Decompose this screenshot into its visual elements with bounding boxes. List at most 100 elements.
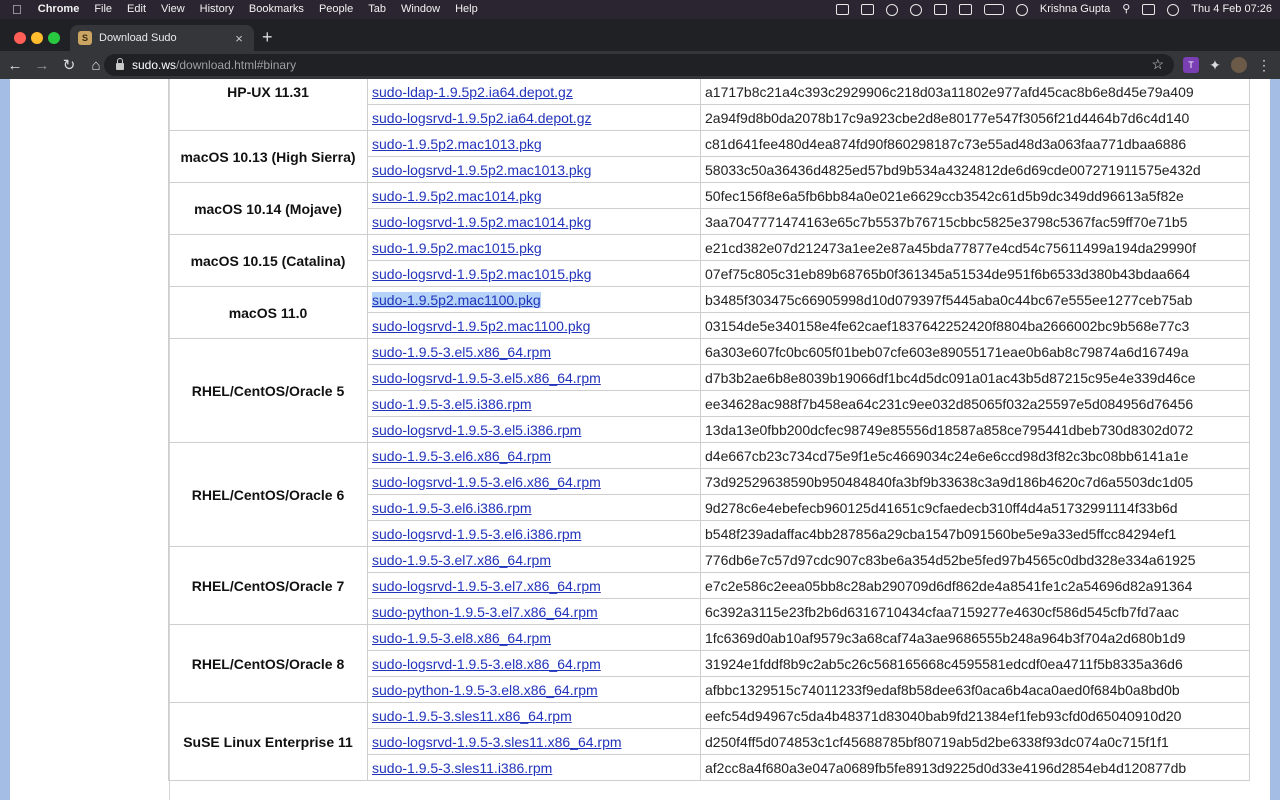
download-link[interactable]: sudo-logsrvd-1.9.5-3.el5.x86_64.rpm: [372, 370, 601, 386]
back-icon[interactable]: ←: [3, 57, 27, 74]
download-link[interactable]: sudo-logsrvd-1.9.5p2.mac1013.pkg: [372, 162, 591, 178]
minimize-window-button[interactable]: [31, 32, 43, 44]
address-bar[interactable]: sudo.ws/download.html#binary ☆: [104, 54, 1174, 76]
close-tab-icon[interactable]: ×: [232, 31, 246, 46]
table-row: macOS 10.15 (Catalina) sudo-1.9.5p2.mac10…: [168, 234, 1250, 287]
bookmark-star-icon[interactable]: ☆: [1151, 56, 1164, 73]
menu-window[interactable]: Window: [401, 0, 440, 19]
download-link[interactable]: sudo-1.9.5-3.el5.x86_64.rpm: [372, 344, 551, 360]
file-cell: sudo-1.9.5-3.el6.x86_64.rpm: [367, 442, 701, 469]
battery-icon[interactable]: [983, 4, 1004, 15]
download-link[interactable]: sudo-1.9.5p2.mac1100.pkg: [372, 291, 541, 308]
menu-chrome[interactable]: Chrome: [38, 0, 80, 19]
menu-file[interactable]: File: [94, 0, 112, 19]
extensions-puzzle-icon[interactable]: ✦: [1207, 57, 1223, 73]
sha256-hash: d4e667cb23c734cd75e9f1e5c4669034c24e6e6c…: [700, 442, 1250, 469]
download-link[interactable]: sudo-1.9.5p2.mac1013.pkg: [372, 136, 542, 152]
menu-help[interactable]: Help: [455, 0, 478, 19]
file-cell: sudo-logsrvd-1.9.5p2.ia64.depot.gz: [367, 104, 701, 131]
download-link[interactable]: sudo-logsrvd-1.9.5-3.el6.i386.rpm: [372, 526, 581, 542]
close-window-button[interactable]: [14, 32, 26, 44]
table-row: RHEL/CentOS/Oracle 8 sudo-1.9.5-3.el8.x86…: [168, 624, 1250, 703]
control-center-icon[interactable]: [1142, 4, 1156, 15]
platform-cell: RHEL/CentOS/Oracle 6: [168, 442, 368, 547]
bluetooth-icon[interactable]: [958, 4, 972, 15]
user-name[interactable]: Krishna Gupta: [1040, 0, 1110, 19]
forward-icon[interactable]: →: [30, 57, 54, 74]
lock-icon[interactable]: [116, 57, 124, 70]
sha256-hash: c81d641fee480d4ea874fd90f860298187c73e55…: [700, 130, 1250, 157]
sha256-hash: 2a94f9d8b0da2078b17c9a923cbe2d8e80177e54…: [700, 104, 1250, 131]
table-row: macOS 10.13 (High Sierra) sudo-1.9.5p2.ma…: [168, 130, 1250, 183]
more-menu-icon[interactable]: ⋮: [1256, 57, 1272, 73]
menu-people[interactable]: People: [319, 0, 353, 19]
download-link[interactable]: sudo-1.9.5-3.el6.i386.rpm: [372, 500, 532, 516]
download-link[interactable]: sudo-python-1.9.5-3.el7.x86_64.rpm: [372, 604, 598, 620]
download-link[interactable]: sudo-1.9.5-3.sles11.i386.rpm: [372, 760, 552, 776]
file-cell: sudo-logsrvd-1.9.5p2.mac1014.pkg: [367, 208, 701, 235]
sha256-hash: 58033c50a36436d4825ed57bd9b534a4324812de…: [700, 156, 1250, 183]
menu-history[interactable]: History: [200, 0, 234, 19]
sha256-hash: 6c392a3115e23fb2b6d6316710434cfaa7159277…: [700, 598, 1250, 625]
macos-menu-bar:  Chrome File Edit View History Bookmark…: [0, 0, 1280, 19]
sha256-hash: d250f4ff5d074853c1cf45688785bf80719ab5d2…: [700, 728, 1250, 755]
download-link[interactable]: sudo-1.9.5-3.el7.x86_64.rpm: [372, 552, 551, 568]
download-link[interactable]: sudo-logsrvd-1.9.5-3.el7.x86_64.rpm: [372, 578, 601, 594]
browser-toolbar: ← → ↻ ⌂ sudo.ws/download.html#binary ☆ T…: [0, 51, 1280, 79]
file-cell: sudo-1.9.5-3.el8.x86_64.rpm: [367, 624, 701, 651]
platform-cell: SuSE Linux Enterprise 11: [168, 702, 368, 781]
siri-icon[interactable]: [1167, 3, 1180, 16]
menu-bookmarks[interactable]: Bookmarks: [249, 0, 304, 19]
menu-tab[interactable]: Tab: [368, 0, 386, 19]
shield-icon[interactable]: [835, 4, 849, 15]
sha256-hash: d7b3b2ae6b8e8039b19066df1bc4d5dc091a01ac…: [700, 364, 1250, 391]
table-row: macOS 10.14 (Mojave) sudo-1.9.5p2.mac1014…: [168, 182, 1250, 235]
download-link[interactable]: sudo-1.9.5p2.mac1014.pkg: [372, 188, 542, 204]
file-cell: sudo-python-1.9.5-3.el7.x86_64.rpm: [367, 598, 701, 625]
file-cell: sudo-1.9.5p2.mac1013.pkg: [367, 130, 701, 157]
menu-view[interactable]: View: [161, 0, 185, 19]
cloud-icon[interactable]: [909, 3, 922, 16]
sha256-hash: 73d92529638590b950484840fa3bf9b33638c3a9…: [700, 468, 1250, 495]
sha256-hash: 1fc6369d0ab10af9579c3a68caf74a3ae9686555…: [700, 624, 1250, 651]
download-link[interactable]: sudo-1.9.5-3.el6.x86_64.rpm: [372, 448, 551, 464]
download-link[interactable]: sudo-logsrvd-1.9.5-3.sles11.x86_64.rpm: [372, 734, 622, 750]
download-link[interactable]: sudo-1.9.5-3.el5.i386.rpm: [372, 396, 532, 412]
download-link[interactable]: sudo-logsrvd-1.9.5p2.mac1014.pkg: [372, 214, 591, 230]
tab-download-sudo[interactable]: S Download Sudo ×: [70, 25, 254, 51]
menu-edit[interactable]: Edit: [127, 0, 146, 19]
zoom-window-button[interactable]: [48, 32, 60, 44]
extension-icon[interactable]: T: [1183, 57, 1199, 73]
profile-avatar[interactable]: [1231, 57, 1247, 73]
apple-icon[interactable]: : [12, 0, 22, 19]
download-link[interactable]: sudo-logsrvd-1.9.5-3.el8.x86_64.rpm: [372, 656, 601, 672]
download-link[interactable]: sudo-ldap-1.9.5p2.ia64.depot.gz: [372, 84, 573, 100]
spotlight-icon[interactable]: ⚲: [1122, 0, 1130, 19]
status-area: Krishna Gupta ⚲ Thu 4 Feb 07:26: [824, 0, 1272, 19]
file-cell: sudo-1.9.5-3.el5.i386.rpm: [367, 390, 701, 417]
download-link[interactable]: sudo-1.9.5-3.sles11.x86_64.rpm: [372, 708, 572, 724]
binary-downloads-table: HP-UX 11.31sudo-1.9.5p2.ia64.depot.gzaea…: [168, 79, 1250, 781]
platform-cell: HP-UX 11.31: [168, 79, 368, 131]
circle-status-icon[interactable]: [885, 3, 898, 16]
download-link[interactable]: sudo-1.9.5-3.el8.x86_64.rpm: [372, 630, 551, 646]
download-link[interactable]: sudo-logsrvd-1.9.5-3.el6.x86_64.rpm: [372, 474, 601, 490]
download-link[interactable]: sudo-logsrvd-1.9.5-3.el5.i386.rpm: [372, 422, 581, 438]
new-tab-button[interactable]: +: [262, 27, 273, 47]
platform-cell: RHEL/CentOS/Oracle 5: [168, 338, 368, 443]
download-link[interactable]: sudo-logsrvd-1.9.5p2.ia64.depot.gz: [372, 110, 591, 126]
sha256-hash: eefc54d94967c5da4b48371d83040bab9fd21384…: [700, 702, 1250, 729]
equalizer-icon[interactable]: [860, 4, 874, 15]
wifi-icon[interactable]: [1015, 3, 1028, 16]
download-link[interactable]: sudo-python-1.9.5-3.el8.x86_64.rpm: [372, 682, 598, 698]
download-link[interactable]: sudo-logsrvd-1.9.5p2.mac1015.pkg: [372, 266, 591, 282]
file-cell: sudo-logsrvd-1.9.5-3.sles11.x86_64.rpm: [367, 728, 701, 755]
sha256-hash: 13da13e0fbb200dcfec98749e85556d18587a858…: [700, 416, 1250, 443]
reload-icon[interactable]: ↻: [57, 56, 81, 74]
page-viewport: HP-UX 11.31sudo-1.9.5p2.ia64.depot.gzaea…: [0, 79, 1280, 800]
clock[interactable]: Thu 4 Feb 07:26: [1191, 0, 1272, 19]
volume-icon[interactable]: [933, 4, 947, 15]
download-link[interactable]: sudo-logsrvd-1.9.5p2.mac1100.pkg: [372, 318, 590, 334]
download-link[interactable]: sudo-1.9.5p2.mac1015.pkg: [372, 240, 542, 256]
file-cell: sudo-logsrvd-1.9.5-3.el5.i386.rpm: [367, 416, 701, 443]
